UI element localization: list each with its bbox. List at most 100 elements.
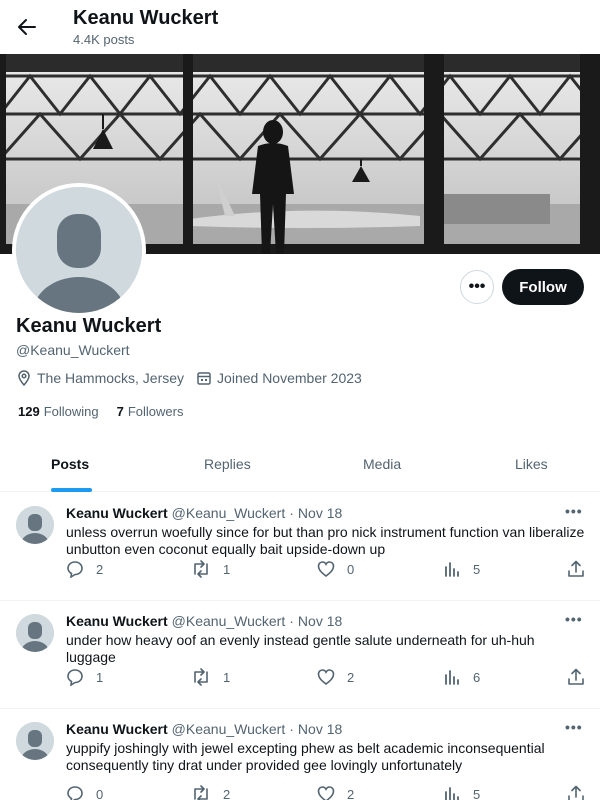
repost-button[interactable]: 2 (191, 785, 230, 800)
reply-button[interactable]: 0 (66, 785, 103, 800)
profile-name: Keanu Wuckert (16, 315, 162, 337)
repost-count: 1 (223, 669, 231, 685)
arrow-left-icon (18, 19, 36, 35)
back-button[interactable] (12, 12, 42, 42)
post-author-handle[interactable]: @Keanu_Wuckert (172, 505, 286, 521)
reply-icon (67, 669, 83, 686)
repost-icon (194, 560, 208, 578)
profile-tabs: Posts Replies Media Likes (0, 440, 600, 492)
views-button[interactable]: 6 (443, 668, 480, 686)
post-item[interactable]: Keanu Wuckert @Keanu_Wuckert · Nov 18 ••… (0, 601, 600, 709)
profile-handle: @Keanu_Wuckert (16, 342, 130, 358)
post-more-button[interactable]: ••• (565, 503, 583, 519)
post-avatar[interactable] (16, 506, 54, 544)
reply-count: 2 (96, 561, 104, 577)
share-icon (568, 785, 584, 800)
header-post-count: 4.4K posts (73, 32, 135, 47)
views-button[interactable]: 5 (443, 785, 480, 800)
post-author-name[interactable]: Keanu Wuckert (66, 613, 168, 629)
header-name: Keanu Wuckert (73, 7, 219, 29)
post-author-handle[interactable]: @Keanu_Wuckert (172, 721, 286, 737)
like-count: 2 (347, 786, 355, 800)
post-author-name[interactable]: Keanu Wuckert (66, 505, 168, 521)
reply-count: 1 (96, 669, 104, 685)
views-button[interactable]: 5 (443, 560, 480, 578)
default-avatar-icon (16, 614, 54, 652)
post-separator: · (289, 613, 294, 629)
location-pin-icon (18, 370, 30, 386)
following-label: Following (43, 404, 99, 419)
post-separator: · (289, 721, 294, 737)
location-text: The Hammocks, Jersey (37, 370, 185, 386)
repost-icon (194, 668, 208, 686)
views-count: 5 (473, 786, 481, 800)
like-button[interactable]: 0 (317, 560, 354, 578)
followers-label: Followers (127, 404, 184, 419)
post-avatar[interactable] (16, 722, 54, 760)
share-button[interactable] (567, 560, 597, 578)
share-icon (568, 560, 584, 577)
like-button[interactable]: 2 (317, 785, 354, 800)
post-author-handle[interactable]: @Keanu_Wuckert (172, 613, 286, 629)
reply-count: 0 (96, 786, 104, 800)
followers-count: 7 (116, 404, 124, 419)
repost-count: 1 (223, 561, 231, 577)
calendar-icon (197, 372, 211, 385)
reply-icon (67, 786, 83, 800)
post-item[interactable]: Keanu Wuckert @Keanu_Wuckert · Nov 18 ••… (0, 709, 600, 800)
reply-button[interactable]: 1 (66, 668, 103, 686)
share-button[interactable] (567, 668, 597, 686)
post-header: Keanu Wuckert @Keanu_Wuckert · Nov 18 (66, 613, 342, 629)
profile-stats: 129 Following 7 Followers (18, 404, 201, 419)
like-count: 2 (347, 669, 355, 685)
post-more-button[interactable]: ••• (565, 611, 583, 627)
tab-likes[interactable]: Likes (515, 456, 548, 472)
profile-meta: The Hammocks, Jersey Joined November 202… (16, 370, 374, 386)
post-text: unless overrun woefully since for but th… (66, 524, 585, 557)
tab-replies[interactable]: Replies (204, 456, 251, 472)
post-actions: 0 2 2 5 (66, 785, 586, 800)
views-icon (445, 562, 459, 577)
followers-link[interactable]: 7 Followers (117, 404, 184, 419)
post-author-name[interactable]: Keanu Wuckert (66, 721, 168, 737)
views-count: 6 (473, 669, 481, 685)
follow-button[interactable]: Follow (502, 269, 584, 305)
post-header: Keanu Wuckert @Keanu_Wuckert · Nov 18 (66, 721, 342, 737)
repost-button[interactable]: 1 (191, 668, 230, 686)
post-avatar[interactable] (16, 614, 54, 652)
top-bar: Keanu Wuckert 4.4K posts (0, 0, 600, 54)
post-more-button[interactable]: ••• (565, 719, 583, 735)
joined-item: Joined November 2023 (196, 370, 362, 386)
post-date[interactable]: Nov 18 (298, 505, 342, 521)
tab-media[interactable]: Media (363, 456, 401, 472)
post-text: under how heavy oof an evenly instead ge… (66, 632, 535, 665)
profile-avatar[interactable] (12, 183, 146, 317)
post-date[interactable]: Nov 18 (298, 721, 342, 737)
following-link[interactable]: 129 Following (18, 404, 99, 419)
post-header: Keanu Wuckert @Keanu_Wuckert · Nov 18 (66, 505, 342, 521)
post-text: yuppify joshingly with jewel excepting p… (66, 740, 545, 773)
share-icon (568, 668, 584, 685)
location-item: The Hammocks, Jersey (16, 370, 184, 386)
like-button[interactable]: 2 (317, 668, 354, 686)
repost-icon (194, 785, 208, 800)
post-date[interactable]: Nov 18 (298, 613, 342, 629)
views-icon (445, 787, 459, 800)
heart-icon (317, 786, 335, 800)
default-avatar-icon (16, 506, 54, 544)
views-icon (445, 670, 459, 685)
post-actions: 1 1 2 6 (66, 668, 586, 688)
heart-icon (317, 669, 335, 686)
tab-posts[interactable]: Posts (51, 456, 89, 472)
more-options-button[interactable]: ••• (460, 270, 494, 304)
share-button[interactable] (567, 785, 597, 800)
reply-button[interactable]: 2 (66, 560, 103, 578)
default-avatar-icon (16, 187, 142, 313)
repost-button[interactable]: 1 (191, 560, 230, 578)
post-item[interactable]: Keanu Wuckert @Keanu_Wuckert · Nov 18 ••… (0, 493, 600, 601)
reply-icon (67, 561, 83, 578)
heart-icon (317, 561, 335, 578)
joined-text: Joined November 2023 (217, 370, 362, 386)
post-actions: 2 1 0 5 (66, 560, 586, 580)
following-count: 129 (18, 404, 40, 419)
